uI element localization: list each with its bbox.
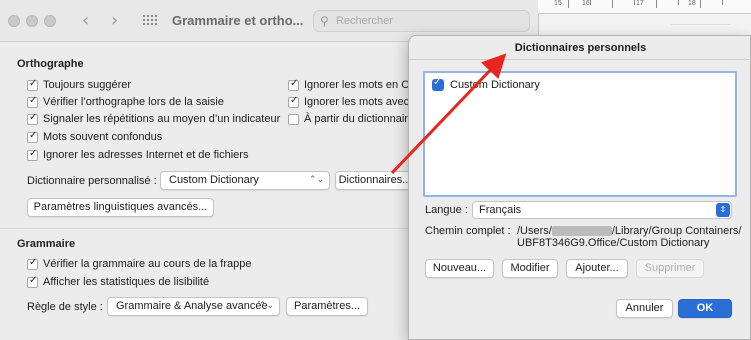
checkbox-box[interactable] (288, 113, 299, 125)
checkbox-box[interactable] (288, 78, 299, 91)
cancel-button[interactable]: Annuler (616, 299, 673, 318)
checkbox-box[interactable] (288, 95, 299, 108)
ruler-number: 15 (554, 0, 562, 7)
custom-dictionary-value: Custom Dictionary (169, 174, 259, 186)
checkbox-box[interactable] (27, 275, 38, 288)
path-suffix: /Library/Group Containers/ (611, 225, 742, 237)
language-popup[interactable]: Français ⇕ (472, 201, 732, 219)
grammar-settings-button[interactable]: Paramètres... (286, 297, 368, 316)
back-arrow-icon[interactable]: ‹ (82, 10, 89, 31)
checkbox-label: Vérifier l’orthographe lors de la saisie (43, 96, 224, 108)
checkbox-a-partir-dictionnaire[interactable]: À partir du dictionnair (288, 112, 408, 126)
style-rule-value: Grammaire & Analyse avancée (116, 300, 268, 312)
checkbox-box[interactable] (27, 130, 38, 143)
edit-dictionary-button[interactable]: Modifier (502, 259, 558, 278)
redacted-username (551, 226, 612, 237)
custom-dictionary-label: Dictionnaire personnalisé : (27, 175, 157, 187)
checkbox-label: Signaler les répétitions au moyen d’un i… (43, 113, 281, 125)
checkbox-label: Ignorer les mots avec (304, 96, 410, 108)
checkbox-mots-confondus[interactable]: Mots souvent confondus (27, 130, 162, 144)
checkbox-label: Toujours suggérer (43, 79, 132, 91)
dialog-title: Dictionnaires personnels (409, 36, 751, 60)
window-title: Grammaire et ortho... (172, 13, 304, 28)
advanced-language-settings-button[interactable]: Paramètres linguistiques avancés... (27, 198, 214, 217)
checkbox-label: Ignorer les adresses Internet et de fich… (43, 149, 249, 161)
forward-arrow-icon[interactable]: › (111, 10, 118, 31)
checkbox-toujours-suggerer[interactable]: Toujours suggérer (27, 78, 131, 92)
ruler-number: 16 (582, 0, 590, 7)
checkbox-ignorer-adresses[interactable]: Ignorer les adresses Internet et de fich… (27, 148, 248, 162)
dictionary-checkbox[interactable] (432, 77, 444, 91)
checkbox-box[interactable] (27, 78, 38, 91)
checkbox-box[interactable] (27, 257, 38, 270)
checkbox-box[interactable] (27, 112, 38, 125)
show-all-grid-icon[interactable] (143, 15, 157, 27)
path-label: Chemin complet : (425, 225, 511, 237)
orthographe-section-title: Orthographe (17, 58, 84, 70)
path-prefix: /Users/ (517, 225, 552, 237)
checkbox-verifier-grammaire[interactable]: Vérifier la grammaire au cours de la fra… (27, 257, 251, 271)
minimize-window-button[interactable] (26, 15, 38, 27)
ruler-number: 17 (636, 0, 644, 7)
checkbox-ignorer-mots-chiffres[interactable]: Ignorer les mots avec (288, 95, 409, 109)
personal-dictionaries-dialog: Dictionnaires personnels Custom Dictiona… (408, 35, 751, 340)
dictionaries-list[interactable]: Custom Dictionary (423, 71, 737, 197)
search-placeholder: Rechercher (336, 15, 393, 27)
language-label: Langue : (425, 204, 468, 216)
chevron-updown-icon: ⌃⌄ (308, 175, 324, 185)
add-dictionary-button[interactable]: Ajouter... (566, 259, 628, 278)
checkbox-ignorer-majuscules[interactable]: Ignorer les mots en CA (288, 78, 417, 92)
dictionary-name: Custom Dictionary (450, 79, 540, 91)
custom-dictionary-popup[interactable]: Custom Dictionary ⌃⌄ (160, 171, 330, 190)
checkbox-statistiques-lisibilite[interactable]: Afficher les statistiques de lisibilité (27, 275, 209, 289)
style-rule-label: Règle de style : (27, 301, 103, 313)
checkbox-label: Afficher les statistiques de lisibilité (43, 276, 210, 288)
ruler-number: 18 (688, 0, 696, 7)
checkbox-label: À partir du dictionnair (304, 113, 408, 125)
document-ruler: 15 16 17 18 (538, 0, 751, 14)
search-icon: ⚲ (320, 14, 329, 28)
checkbox-label: Ignorer les mots en CA (304, 79, 417, 91)
zoom-window-button[interactable] (44, 15, 56, 27)
delete-dictionary-button[interactable]: Supprimer (636, 259, 704, 278)
checkbox-label: Vérifier la grammaire au cours de la fra… (43, 258, 252, 270)
path-line-1: /Users/ /Library/Group Containers/ (517, 225, 741, 237)
checkbox-verifier-orthographe[interactable]: Vérifier l’orthographe lors de la saisie (27, 95, 224, 109)
ok-button[interactable]: OK (678, 299, 732, 318)
language-value: Français (479, 204, 522, 216)
checkbox-box[interactable] (27, 95, 38, 108)
checkbox-label: Mots souvent confondus (43, 131, 163, 143)
checkbox-signaler-repetitions[interactable]: Signaler les répétitions au moyen d’un i… (27, 112, 280, 126)
new-dictionary-button[interactable]: Nouveau... (425, 259, 494, 278)
dictionaries-button[interactable]: Dictionnaires... (335, 171, 415, 190)
style-rule-popup[interactable]: Grammaire & Analyse avancée ⌃⌄ (107, 297, 280, 316)
search-field[interactable]: ⚲ Rechercher (313, 10, 530, 32)
chevron-updown-icon: ⌃⌄ (258, 301, 274, 311)
close-window-button[interactable] (8, 15, 20, 27)
list-item[interactable]: Custom Dictionary (432, 77, 540, 91)
path-line-2: UBF8T346G9.Office/Custom Dictionary (517, 237, 710, 249)
checkbox-box[interactable] (27, 148, 38, 161)
chevron-updown-icon: ⇕ (716, 203, 730, 217)
grammaire-section-title: Grammaire (17, 238, 76, 250)
